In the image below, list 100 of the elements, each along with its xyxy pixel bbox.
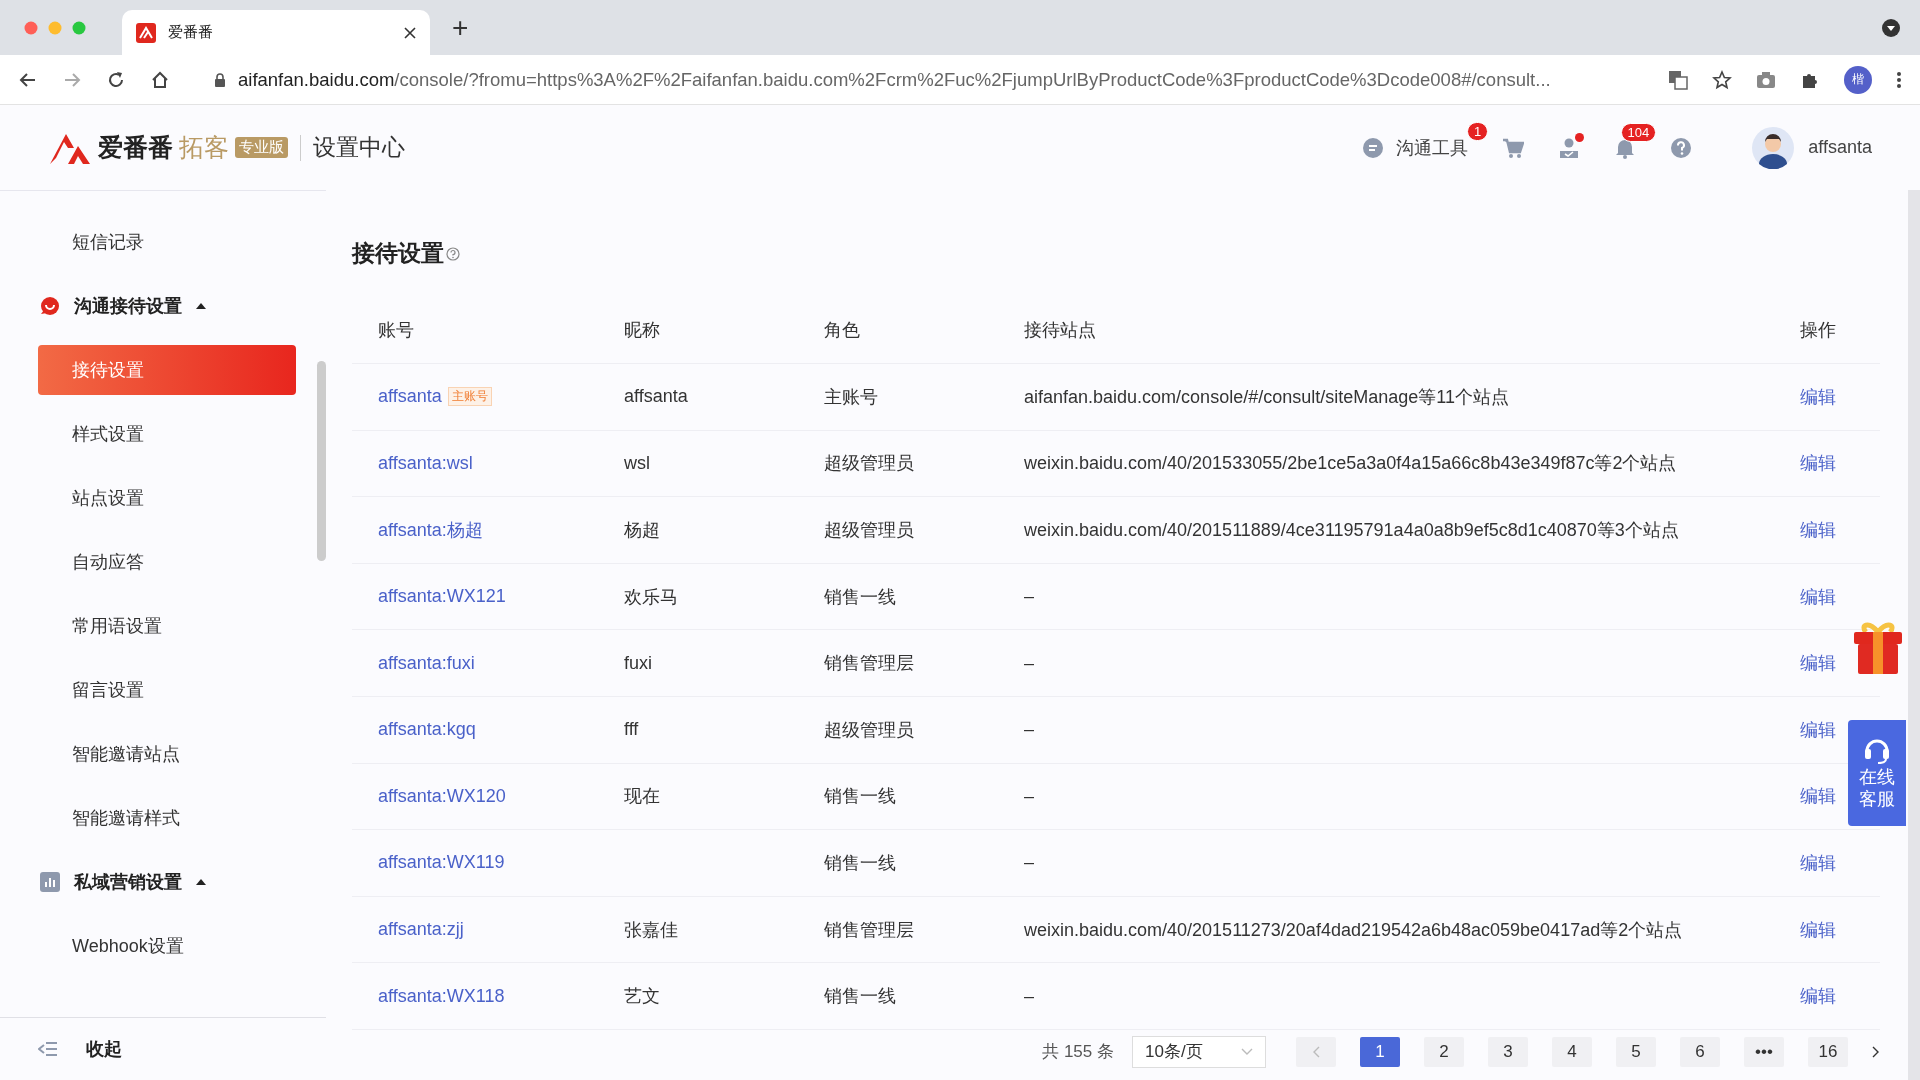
total-count: 共 155 条 bbox=[1042, 1041, 1114, 1064]
table-cell-text: wsl bbox=[624, 452, 651, 474]
caret-icon[interactable] bbox=[196, 879, 206, 885]
table-cell-text: weixin.baidu.com/40/201511273/20af4dad219542a6b48ac059be0417ad等2个站点 bbox=[1024, 918, 1684, 942]
account-link[interactable]: affsanta:zjj bbox=[378, 919, 464, 941]
edit-link[interactable]: 编辑 bbox=[1800, 717, 1836, 742]
page-button[interactable]: ••• bbox=[1744, 1036, 1784, 1067]
edit-link[interactable]: 编辑 bbox=[1800, 518, 1836, 542]
page-button[interactable]: 2 bbox=[1424, 1036, 1464, 1067]
count-badge: 104 bbox=[1620, 122, 1657, 142]
caret-icon[interactable] bbox=[196, 303, 206, 309]
menu-item[interactable]: 智能邀请站点 bbox=[38, 729, 296, 779]
collapse-icon[interactable] bbox=[38, 1041, 58, 1057]
menu-item[interactable]: 样式设置 bbox=[38, 409, 296, 459]
menu-item[interactable]: Webhook设置 bbox=[38, 921, 296, 971]
chat-icon[interactable] bbox=[1362, 136, 1385, 159]
column-header: 昵称 bbox=[624, 319, 661, 342]
browser-tab[interactable]: 爱番番 bbox=[122, 10, 430, 55]
cart-icon[interactable] bbox=[1502, 136, 1525, 159]
page-button[interactable]: 1 bbox=[1360, 1036, 1400, 1067]
account-link[interactable]: affsanta:WX121 bbox=[378, 586, 506, 608]
edit-link[interactable]: 编辑 bbox=[1800, 384, 1836, 409]
tool-link[interactable]: 沟通工具 bbox=[1396, 135, 1469, 160]
edit-link[interactable]: 编辑 bbox=[1800, 917, 1836, 942]
reload-icon[interactable] bbox=[106, 69, 126, 90]
scrollbar[interactable] bbox=[317, 361, 326, 561]
page-button[interactable]: 4 bbox=[1552, 1036, 1592, 1067]
product-name: 拓客 bbox=[179, 132, 229, 163]
page-button[interactable]: 6 bbox=[1680, 1036, 1720, 1067]
edit-link[interactable]: 编辑 bbox=[1800, 584, 1836, 609]
home-icon[interactable] bbox=[150, 69, 170, 90]
window-control-icon[interactable] bbox=[24, 20, 38, 35]
edit-link[interactable]: 编辑 bbox=[1800, 651, 1836, 676]
menu-item[interactable]: 智能邀请样式 bbox=[38, 793, 296, 843]
chevron-right-icon[interactable] bbox=[1872, 1045, 1880, 1058]
url-text: aifanfan.baidu.com/console/?fromu=https%3A%2F%2Faifanfan.baidu.com%2Fcrm%2Fuc%2FjumpUrlByProductCode%3FproductCode%3Dcode008#/consult... bbox=[238, 68, 1551, 91]
chat-icon bbox=[40, 296, 60, 316]
table-cell-text: – bbox=[1024, 719, 1035, 741]
table-cell-text: – bbox=[1024, 652, 1035, 674]
edition-badge: 专业版 bbox=[235, 137, 288, 158]
table-cell-text: fuxi bbox=[624, 652, 653, 674]
dropdown-icon bbox=[1241, 1047, 1253, 1056]
chevron-left-icon bbox=[1312, 1045, 1320, 1058]
table-cell-text: – bbox=[1024, 852, 1035, 874]
account-link[interactable]: affsanta:kgq bbox=[378, 719, 476, 741]
more-icon[interactable] bbox=[1896, 70, 1902, 89]
address-field[interactable]: aifanfan.baidu.com/console/?fromu=https%3A%2F%2Faifanfan.baidu.com%2Fcrm%2Fuc%2FjumpUrlByProductCode%3FproductCode%3Dcode008#/consult... bbox=[194, 60, 1644, 99]
close-icon[interactable] bbox=[404, 26, 416, 39]
table-cell-text: 超级管理员 bbox=[824, 519, 915, 542]
chart-icon bbox=[40, 872, 60, 892]
user-name[interactable]: affsanta bbox=[1808, 137, 1872, 158]
account-tag: 主账号 bbox=[447, 387, 492, 407]
table-cell-text: 杨超 bbox=[624, 519, 661, 542]
table-cell-text: 现在 bbox=[624, 785, 661, 809]
new-tab-button[interactable]: + bbox=[452, 13, 469, 42]
table-cell-text: – bbox=[1024, 785, 1035, 807]
edit-link[interactable]: 编辑 bbox=[1800, 850, 1836, 875]
translate-icon[interactable] bbox=[1668, 69, 1688, 90]
camera-icon[interactable] bbox=[1756, 70, 1776, 89]
count-badge: 1 bbox=[1467, 121, 1489, 141]
menu-item[interactable]: 站点设置 bbox=[38, 473, 296, 523]
table-cell-text: 艺文 bbox=[624, 985, 661, 1009]
account-link[interactable]: affsanta:wsl bbox=[378, 452, 473, 474]
table-cell-text: weixin.baidu.com/40/201511889/4ce31195791a4a0a8b9ef5c8d1c40870等3个站点 bbox=[1024, 519, 1680, 542]
page-button[interactable]: 5 bbox=[1616, 1036, 1656, 1067]
table-cell-text: 超级管理员 bbox=[824, 452, 915, 476]
table-cell-text: 超级管理员 bbox=[824, 718, 915, 742]
customer-service-button[interactable]: 在线客服 bbox=[1848, 720, 1906, 826]
account-link[interactable]: affsanta bbox=[378, 386, 442, 408]
page-title: 接待设置 bbox=[352, 239, 444, 268]
help-icon[interactable] bbox=[1670, 136, 1693, 159]
table-cell-text: 销售管理层 bbox=[824, 652, 915, 676]
menu-item[interactable]: 留言设置 bbox=[38, 665, 296, 715]
table-cell-text: 主账号 bbox=[824, 385, 879, 409]
table-cell-text: 销售一线 bbox=[824, 785, 897, 809]
avatar-icon[interactable] bbox=[1752, 126, 1795, 169]
page-button[interactable]: 3 bbox=[1488, 1036, 1528, 1067]
help-icon[interactable] bbox=[446, 246, 460, 261]
account-link[interactable]: affsanta:WX119 bbox=[378, 852, 505, 874]
menu-item[interactable]: 短信记录 bbox=[38, 217, 296, 267]
star-icon[interactable] bbox=[1712, 69, 1732, 90]
edit-link[interactable]: 编辑 bbox=[1800, 451, 1836, 476]
menu-group-title[interactable]: 私域营销设置 bbox=[74, 870, 182, 894]
contacts-icon[interactable] bbox=[1558, 136, 1581, 159]
edit-link[interactable]: 编辑 bbox=[1800, 984, 1836, 1009]
collapse-button[interactable]: 收起 bbox=[86, 1037, 122, 1061]
page-size-select[interactable]: 10条/页 bbox=[1132, 1035, 1266, 1068]
menu-group-title[interactable]: 沟通接待设置 bbox=[74, 294, 182, 318]
page-button[interactable]: 16 bbox=[1808, 1036, 1848, 1067]
account-link[interactable]: affsanta:fuxi bbox=[378, 652, 475, 674]
edit-link[interactable]: 编辑 bbox=[1800, 784, 1836, 809]
tab-menu-icon[interactable] bbox=[1882, 18, 1900, 37]
account-link[interactable]: affsanta:杨超 bbox=[378, 518, 483, 542]
account-link[interactable]: affsanta:WX118 bbox=[378, 985, 505, 1007]
table-cell-text: 销售一线 bbox=[824, 985, 897, 1009]
lock-icon bbox=[214, 72, 226, 87]
menu-item[interactable]: 自动应答 bbox=[38, 537, 296, 587]
profile-avatar[interactable]: 楷 bbox=[1844, 65, 1872, 94]
account-link[interactable]: affsanta:WX120 bbox=[378, 785, 506, 807]
menu-item[interactable]: 常用语设置 bbox=[38, 601, 296, 651]
